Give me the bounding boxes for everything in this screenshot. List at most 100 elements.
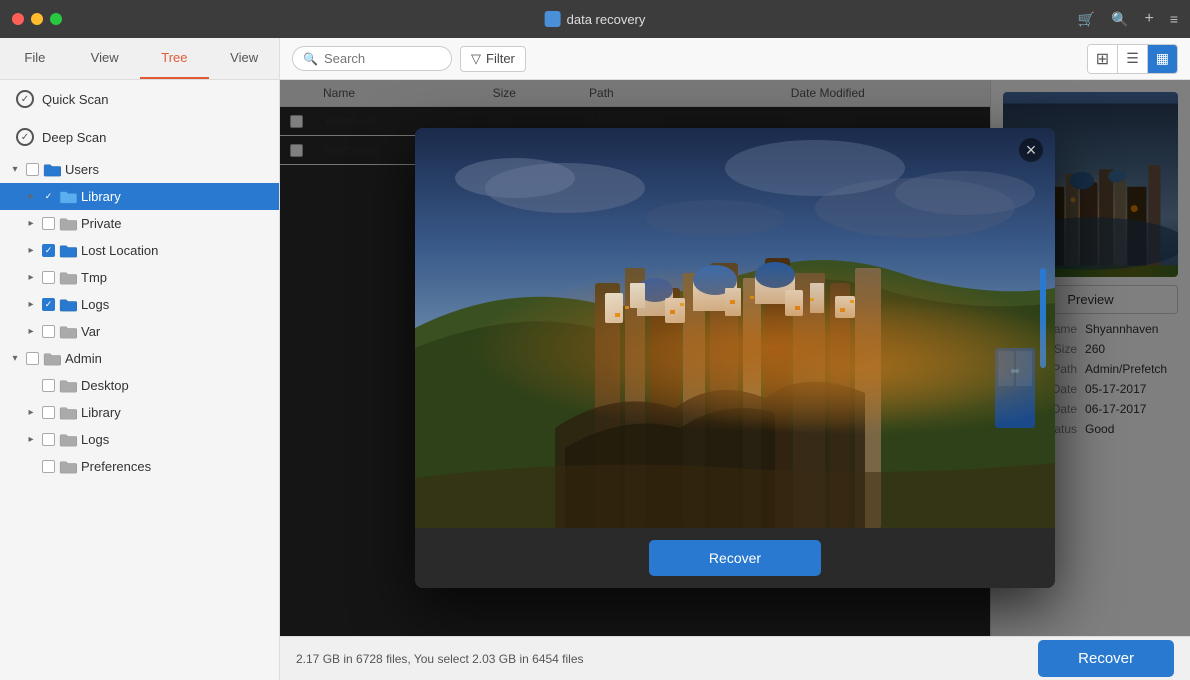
checkbox-logs[interactable]	[42, 298, 55, 311]
tree-label-library: Library	[81, 189, 121, 204]
app-title: data recovery	[567, 12, 646, 27]
view-toggle-grid[interactable]: ⊞	[1088, 45, 1118, 73]
modal-close-button[interactable]: ×	[1019, 138, 1043, 162]
titlebar-center: data recovery	[545, 11, 646, 27]
folder-icon-library	[59, 190, 77, 204]
modal-recover-button[interactable]: Recover	[649, 540, 821, 576]
checkbox-tmp[interactable]	[42, 271, 55, 284]
tree-item-desktop[interactable]: Desktop	[0, 372, 279, 399]
checkbox-preferences[interactable]	[42, 460, 55, 473]
titlebar-icons-right: 🛒 🔍 + ≡	[1078, 10, 1178, 28]
folder-icon-lost-location	[59, 244, 77, 258]
deep-scan-label: Deep Scan	[42, 130, 106, 145]
view-toggle-detail[interactable]: ▦	[1148, 45, 1177, 73]
checkbox-users[interactable]	[26, 163, 39, 176]
chevron-library	[24, 190, 38, 204]
chevron-tmp	[24, 271, 38, 285]
tree-item-preferences[interactable]: Preferences	[0, 453, 279, 480]
chevron-admin-library	[24, 406, 38, 420]
folder-icon-var	[59, 325, 77, 339]
filter-icon: ▽	[471, 51, 481, 67]
view-toggle-list[interactable]: ☰	[1118, 45, 1148, 73]
tree-item-admin-library[interactable]: Library	[0, 399, 279, 426]
search-icon: 🔍	[303, 52, 318, 66]
chevron-admin-logs	[24, 433, 38, 447]
tree-label-desktop: Desktop	[81, 378, 129, 393]
tab-view[interactable]: View	[70, 38, 140, 79]
app-icon	[545, 11, 561, 27]
checkbox-admin-library[interactable]	[42, 406, 55, 419]
tree-label-logs: Logs	[81, 297, 109, 312]
tree-label-admin: Admin	[65, 351, 102, 366]
titlebar: data recovery 🛒 🔍 + ≡	[0, 0, 1190, 38]
status-bar: 2.17 GB in 6728 files, You select 2.03 G…	[280, 636, 1190, 680]
deep-scan-icon	[16, 128, 34, 146]
tree-label-preferences: Preferences	[81, 459, 151, 474]
checkbox-var[interactable]	[42, 325, 55, 338]
checkbox-private[interactable]	[42, 217, 55, 230]
quick-scan-label: Quick Scan	[42, 92, 108, 107]
chevron-var	[24, 325, 38, 339]
tree-label-lost-location: Lost Location	[81, 243, 158, 258]
sidebar-tabs: File View Tree View	[0, 38, 279, 80]
search-input[interactable]	[324, 51, 441, 66]
checkbox-admin-logs[interactable]	[42, 433, 55, 446]
maximize-button[interactable]	[50, 13, 62, 25]
folder-icon-admin	[43, 352, 61, 366]
tree-item-lost-location[interactable]: Lost Location	[0, 237, 279, 264]
tree-item-var[interactable]: Var	[0, 318, 279, 345]
tree-item-tmp[interactable]: Tmp	[0, 264, 279, 291]
tree-item-admin[interactable]: Admin	[0, 345, 279, 372]
tab-file[interactable]: File	[0, 38, 70, 79]
tree-item-admin-logs[interactable]: Logs	[0, 426, 279, 453]
folder-icon-admin-logs	[59, 433, 77, 447]
add-icon[interactable]: +	[1144, 10, 1153, 28]
filter-button[interactable]: ▽ Filter	[460, 46, 526, 72]
tree-item-private[interactable]: Private	[0, 210, 279, 237]
folder-icon-desktop	[59, 379, 77, 393]
modal-overlay[interactable]: ×	[280, 80, 1190, 636]
checkbox-admin[interactable]	[26, 352, 39, 365]
tree-section: Users Library Private	[0, 156, 279, 480]
folder-icon-admin-library	[59, 406, 77, 420]
tree-item-users[interactable]: Users	[0, 156, 279, 183]
tree-label-admin-logs: Logs	[81, 432, 109, 447]
chevron-lost-location	[24, 244, 38, 258]
chevron-admin	[8, 352, 22, 366]
tree-label-private: Private	[81, 216, 121, 231]
tree-label-admin-library: Library	[81, 405, 121, 420]
tab-view2[interactable]: View	[209, 38, 279, 79]
tree-label-var: Var	[81, 324, 100, 339]
close-button[interactable]	[12, 13, 24, 25]
checkbox-lost-location[interactable]	[42, 244, 55, 257]
checkbox-library[interactable]	[42, 190, 55, 203]
tree-item-library[interactable]: Library	[0, 183, 279, 210]
folder-icon-private	[59, 217, 77, 231]
tree-label-users: Users	[65, 162, 99, 177]
folder-icon-tmp	[59, 271, 77, 285]
modal-footer: Recover	[415, 528, 1055, 588]
modal: ×	[415, 128, 1055, 588]
filter-label: Filter	[486, 51, 515, 66]
view-toggles: ⊞ ☰ ▦	[1087, 44, 1178, 74]
checkbox-desktop[interactable]	[42, 379, 55, 392]
search-icon[interactable]: 🔍	[1111, 11, 1128, 28]
tree-item-logs[interactable]: Logs	[0, 291, 279, 318]
toolbar: 🔍 ▽ Filter ⊞ ☰ ▦	[280, 38, 1190, 80]
folder-icon-logs	[59, 298, 77, 312]
sidebar: File View Tree View Quick Scan Deep Scan	[0, 38, 280, 680]
app-layout: File View Tree View Quick Scan Deep Scan	[0, 38, 1190, 680]
cart-icon[interactable]: 🛒	[1078, 11, 1095, 28]
minimize-button[interactable]	[31, 13, 43, 25]
folder-icon-users	[43, 163, 61, 177]
main-recover-button[interactable]: Recover	[1038, 640, 1174, 677]
quick-scan-item[interactable]: Quick Scan	[0, 80, 279, 118]
deep-scan-item[interactable]: Deep Scan	[0, 118, 279, 156]
menu-icon[interactable]: ≡	[1170, 11, 1178, 27]
chevron-logs	[24, 298, 38, 312]
status-text: 2.17 GB in 6728 files, You select 2.03 G…	[296, 652, 584, 666]
tab-tree[interactable]: Tree	[140, 38, 210, 79]
quick-scan-icon	[16, 90, 34, 108]
modal-image	[415, 128, 1055, 528]
chevron-private	[24, 217, 38, 231]
